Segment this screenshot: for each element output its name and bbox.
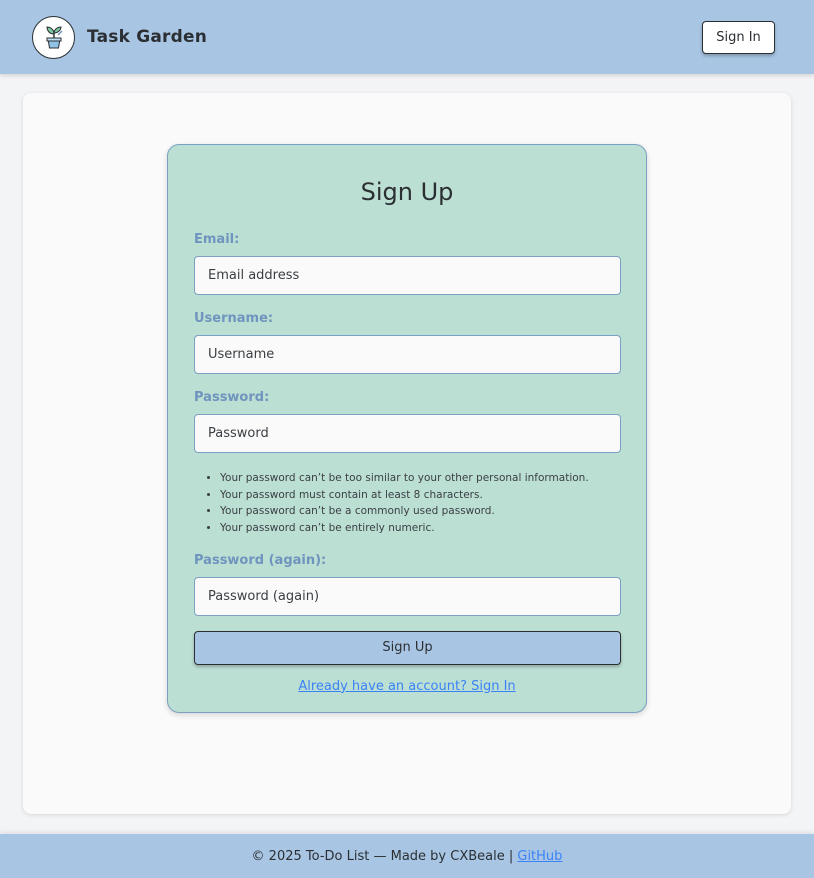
password-help-item: Your password can’t be a commonly used p… bbox=[220, 503, 620, 520]
username-group: Username: bbox=[194, 310, 621, 374]
username-input[interactable] bbox=[194, 335, 621, 374]
password-again-input[interactable] bbox=[194, 576, 621, 616]
navbar: Task Garden Sign In bbox=[0, 0, 814, 74]
sign-up-button[interactable]: Sign Up bbox=[194, 630, 621, 665]
username-label: Username: bbox=[194, 311, 274, 326]
email-group: Email: bbox=[194, 231, 621, 295]
footer-text: © 2025 To-Do List — Made by CXBeale | bbox=[251, 848, 514, 864]
brand-name: Task Garden bbox=[87, 27, 208, 47]
email-input[interactable] bbox=[194, 256, 621, 295]
sign-up-card: Sign Up Email: Username: Password: Your … bbox=[167, 144, 647, 713]
password-help-item: Your password can’t be too similar to yo… bbox=[220, 470, 620, 487]
plant-pot-icon bbox=[32, 15, 75, 59]
brand[interactable]: Task Garden bbox=[32, 15, 208, 59]
password-again-group: Password (again): bbox=[194, 552, 621, 616]
main-panel: Sign Up Email: Username: Password: Your … bbox=[23, 93, 791, 814]
password-input[interactable] bbox=[194, 414, 621, 453]
sign-in-link[interactable]: Already have an account? Sign In bbox=[194, 679, 620, 694]
github-link[interactable]: GitHub bbox=[517, 849, 562, 864]
nav-sign-in-button[interactable]: Sign In bbox=[702, 20, 775, 54]
password-help-item: Your password can’t be entirely numeric. bbox=[220, 520, 620, 537]
password-help-item: Your password must contain at least 8 ch… bbox=[220, 487, 620, 504]
password-group: Password: bbox=[194, 389, 621, 453]
password-label: Password: bbox=[194, 390, 270, 405]
form-title: Sign Up bbox=[360, 178, 454, 206]
password-again-label: Password (again): bbox=[194, 552, 327, 568]
footer: © 2025 To-Do List — Made by CXBeale | Gi… bbox=[0, 834, 814, 878]
password-help-list: Your password can’t be too similar to yo… bbox=[194, 470, 620, 537]
email-label: Email: bbox=[194, 232, 240, 247]
